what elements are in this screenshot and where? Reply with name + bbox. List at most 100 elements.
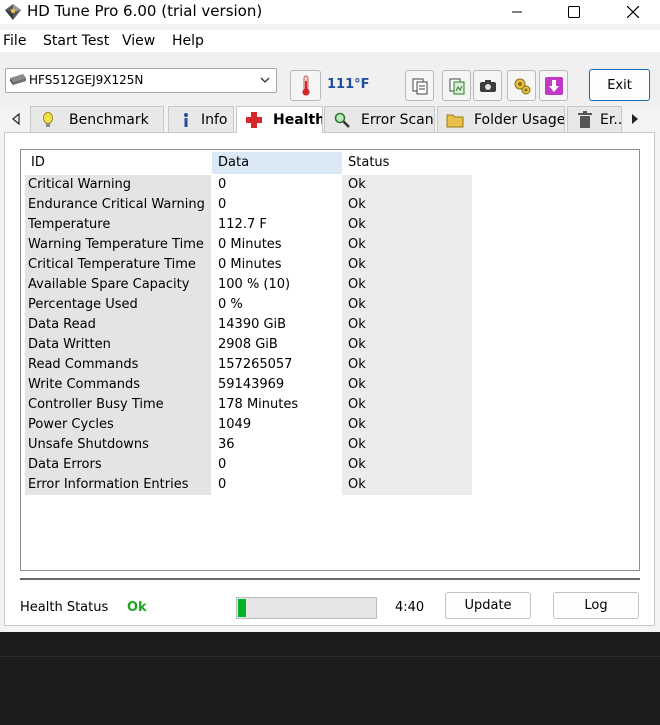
close-icon	[627, 6, 639, 18]
row-id-cell[interactable]: Critical Temperature Time	[25, 255, 211, 275]
health-status-label: Health Status	[20, 600, 109, 615]
row-id-cell[interactable]: Unsafe Shutdowns	[25, 435, 211, 455]
row-id-cell[interactable]: Data Read	[25, 315, 211, 335]
row-id-cell[interactable]: Controller Busy Time	[25, 395, 211, 415]
row-status-cell[interactable]: Ok	[342, 435, 472, 455]
row-data-cell[interactable]: 178 Minutes	[212, 395, 342, 415]
row-id-cell[interactable]: Temperature	[25, 215, 211, 235]
exit-button[interactable]: Exit	[589, 69, 650, 101]
row-data-cell[interactable]: 0	[212, 475, 342, 495]
row-id-cell[interactable]: Warning Temperature Time	[25, 235, 211, 255]
hard-drive-icon	[10, 74, 26, 85]
save-icon	[544, 76, 563, 95]
row-data-cell[interactable]: 0 Minutes	[212, 235, 342, 255]
error-scan-icon	[334, 112, 350, 128]
row-status-cell[interactable]: Ok	[342, 315, 472, 335]
options-button[interactable]	[507, 70, 536, 101]
row-data-cell[interactable]: 112.7 F	[212, 215, 342, 235]
close-button[interactable]	[610, 0, 656, 24]
tab-label: Folder Usage	[474, 111, 565, 128]
save-button[interactable]	[539, 70, 568, 101]
drive-name: HFS512GEJ9X125N	[29, 73, 144, 87]
menu-start-test[interactable]: Start Test	[43, 33, 109, 49]
menu-bar: File Start Test View Help	[0, 30, 660, 52]
menu-help[interactable]: Help	[172, 33, 204, 49]
copy-info-icon	[412, 78, 427, 94]
menu-view[interactable]: View	[122, 33, 155, 49]
column-header-status[interactable]: Status	[342, 152, 472, 174]
row-status-cell[interactable]: Ok	[342, 195, 472, 215]
tab-error-scan[interactable]: Error Scan	[324, 106, 435, 132]
copy-screenshot-button[interactable]	[442, 70, 471, 101]
row-status-cell[interactable]: Ok	[342, 335, 472, 355]
row-status-cell[interactable]: Ok	[342, 215, 472, 235]
row-data-cell[interactable]: 0	[212, 455, 342, 475]
progress-bar	[236, 597, 377, 619]
row-data-cell[interactable]: 14390 GiB	[212, 315, 342, 335]
window-title: HD Tune Pro 6.00 (trial version)	[27, 2, 263, 20]
separator	[20, 578, 640, 580]
tab-erase[interactable]: Er...	[567, 106, 622, 132]
tab-bar: Benchmark Info Health Error Scan Folder …	[0, 106, 660, 133]
minimize-icon	[512, 11, 522, 13]
benchmark-icon	[43, 111, 53, 127]
row-data-cell[interactable]: 1049	[212, 415, 342, 435]
row-status-cell[interactable]: Ok	[342, 355, 472, 375]
row-data-cell[interactable]: 0 Minutes	[212, 255, 342, 275]
tab-health[interactable]: Health	[236, 106, 323, 133]
row-id-cell[interactable]: Data Written	[25, 335, 211, 355]
row-id-cell[interactable]: Percentage Used	[25, 295, 211, 315]
row-id-cell[interactable]: Data Errors	[25, 455, 211, 475]
row-id-cell[interactable]: Power Cycles	[25, 415, 211, 435]
log-button[interactable]: Log	[553, 592, 639, 619]
tab-benchmark[interactable]: Benchmark	[30, 106, 164, 132]
app-window: HD Tune Pro 6.00 (trial version) File St…	[0, 0, 660, 632]
row-status-cell[interactable]: Ok	[342, 235, 472, 255]
row-status-cell[interactable]: Ok	[342, 395, 472, 415]
row-status-cell[interactable]: Ok	[342, 295, 472, 315]
column-header-id[interactable]: ID	[25, 152, 211, 174]
row-data-cell[interactable]: 0 %	[212, 295, 342, 315]
minimize-button[interactable]	[494, 0, 540, 24]
row-id-cell[interactable]: Write Commands	[25, 375, 211, 395]
row-id-cell[interactable]: Endurance Critical Warning	[25, 195, 211, 215]
column-header-data[interactable]: Data	[212, 152, 342, 174]
row-id-cell[interactable]: Critical Warning	[25, 175, 211, 195]
row-status-cell[interactable]: Ok	[342, 455, 472, 475]
menu-file[interactable]: File	[3, 33, 26, 49]
row-data-cell[interactable]: 36	[212, 435, 342, 455]
row-data-cell[interactable]: 59143969	[212, 375, 342, 395]
copy-info-button[interactable]	[405, 70, 434, 101]
tab-label: Benchmark	[69, 111, 149, 128]
row-status-cell[interactable]: Ok	[342, 475, 472, 495]
temperature-button[interactable]	[290, 70, 321, 101]
tab-scroll-left-button[interactable]	[8, 110, 24, 128]
health-status-value: Ok	[127, 600, 147, 615]
row-data-cell[interactable]: 2908 GiB	[212, 335, 342, 355]
tab-folder-usage[interactable]: Folder Usage	[437, 106, 565, 132]
tab-scroll-right-button[interactable]	[627, 110, 643, 128]
elapsed-time: 4:40	[395, 600, 425, 615]
tab-label: Error Scan	[361, 111, 434, 128]
row-status-cell[interactable]: Ok	[342, 255, 472, 275]
drive-select[interactable]: HFS512GEJ9X125N	[5, 68, 277, 93]
maximize-button[interactable]	[551, 0, 597, 24]
row-data-cell[interactable]: 100 % (10)	[212, 275, 342, 295]
row-status-cell[interactable]: Ok	[342, 275, 472, 295]
row-id-cell[interactable]: Available Spare Capacity	[25, 275, 211, 295]
row-id-cell[interactable]: Read Commands	[25, 355, 211, 375]
screenshot-button[interactable]	[473, 70, 502, 101]
chevron-down-icon	[260, 77, 270, 83]
temperature-readout: 111°F	[327, 77, 370, 92]
row-data-cell[interactable]: 0	[212, 195, 342, 215]
tab-info[interactable]: Info	[168, 106, 234, 132]
row-status-cell[interactable]: Ok	[342, 415, 472, 435]
progress-fill	[238, 599, 246, 617]
row-data-cell[interactable]: 0	[212, 175, 342, 195]
row-data-cell[interactable]: 157265057	[212, 355, 342, 375]
update-button[interactable]: Update	[445, 592, 531, 619]
row-status-cell[interactable]: Ok	[342, 375, 472, 395]
row-id-cell[interactable]: Error Information Entries	[25, 475, 211, 495]
row-status-cell[interactable]: Ok	[342, 175, 472, 195]
info-icon	[184, 112, 188, 127]
